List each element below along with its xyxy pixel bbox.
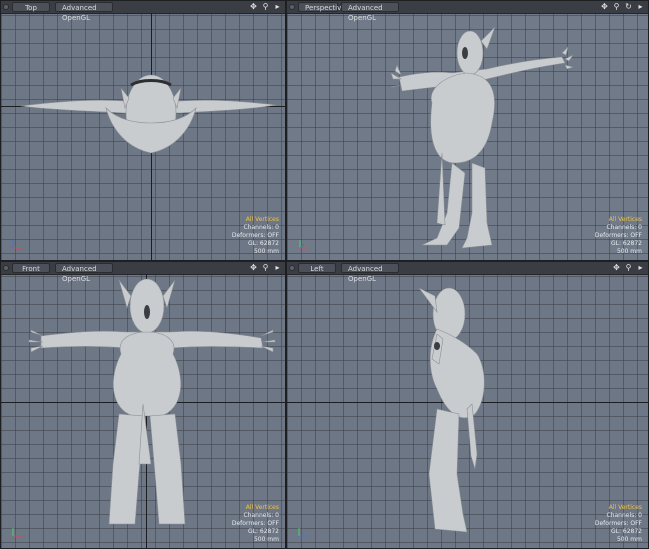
gl-count-label: GL: 62872 xyxy=(247,528,279,535)
viewport-front[interactable]: Front Advanced OpenGL ✥ ⚲ ▸ All Vertices… xyxy=(0,261,286,549)
viewport-stats: All Vertices Channels: 0 Deformers: OFF … xyxy=(232,216,279,256)
channels-label: Channels: 0 xyxy=(243,512,279,519)
channels-label: Channels: 0 xyxy=(243,224,279,231)
shading-mode-button[interactable]: Advanced OpenGL xyxy=(55,2,113,22)
move-icon[interactable]: ✥ xyxy=(612,263,621,273)
zoom-icon[interactable]: ⚲ xyxy=(624,263,633,273)
grid-scale-label: 500 mm xyxy=(253,536,279,543)
menu-arrow-icon[interactable]: ▸ xyxy=(273,263,282,273)
viewport-options-icon[interactable] xyxy=(289,4,295,10)
axis-gizmo-icon xyxy=(299,240,307,249)
grid-scale-label: 500 mm xyxy=(616,536,642,543)
gl-count-label: GL: 62872 xyxy=(610,528,642,535)
zoom-icon[interactable]: ⚲ xyxy=(261,263,270,273)
axis-gizmo-icon xyxy=(12,240,21,249)
grid-scale-label: 500 mm xyxy=(616,248,642,255)
deformers-label: Deformers: OFF xyxy=(594,232,642,239)
deformers-label: Deformers: OFF xyxy=(594,520,642,527)
view-type-button[interactable]: Front xyxy=(12,263,50,273)
view-type-button[interactable]: Left xyxy=(298,263,336,273)
move-icon[interactable]: ✥ xyxy=(249,263,258,273)
viewport-stats: All Vertices Channels: 0 Deformers: OFF … xyxy=(595,216,642,256)
deformers-label: Deformers: OFF xyxy=(231,520,279,527)
menu-arrow-icon[interactable]: ▸ xyxy=(273,2,282,12)
viewport-left[interactable]: Left Advanced OpenGL ✥ ⚲ ▸ All Vertices … xyxy=(286,261,649,549)
gl-count-label: GL: 62872 xyxy=(247,240,279,247)
grid-scale-label: 500 mm xyxy=(253,248,279,255)
move-icon[interactable]: ✥ xyxy=(600,2,609,12)
selection-mode-label: All Vertices xyxy=(245,504,279,511)
rotate-icon[interactable]: ↻ xyxy=(624,2,633,12)
viewport-layout: Top Advanced OpenGL ✥ ⚲ ▸ All Vertices C… xyxy=(0,0,649,549)
viewport-top[interactable]: Top Advanced OpenGL ✥ ⚲ ▸ All Vertices C… xyxy=(0,0,286,261)
menu-arrow-icon[interactable]: ▸ xyxy=(636,263,645,273)
channels-label: Channels: 0 xyxy=(606,512,642,519)
zoom-icon[interactable]: ⚲ xyxy=(612,2,621,12)
selection-mode-label: All Vertices xyxy=(608,216,642,223)
zoom-icon[interactable]: ⚲ xyxy=(261,2,270,12)
viewport-options-icon[interactable] xyxy=(3,4,9,10)
channels-label: Channels: 0 xyxy=(606,224,642,231)
selection-mode-label: All Vertices xyxy=(245,216,279,223)
viewport-stats: All Vertices Channels: 0 Deformers: OFF … xyxy=(232,504,279,544)
viewport-stats: All Vertices Channels: 0 Deformers: OFF … xyxy=(595,504,642,544)
menu-arrow-icon[interactable]: ▸ xyxy=(636,2,645,12)
viewport-options-icon[interactable] xyxy=(289,265,295,271)
axis-gizmo-icon xyxy=(298,528,307,537)
viewport-options-icon[interactable] xyxy=(3,265,9,271)
view-type-button[interactable]: Perspective xyxy=(298,2,346,12)
selection-mode-label: All Vertices xyxy=(608,504,642,511)
shading-mode-button[interactable]: Advanced OpenGL xyxy=(55,263,113,283)
shading-mode-button[interactable]: Advanced OpenGL xyxy=(341,2,399,22)
gl-count-label: GL: 62872 xyxy=(610,240,642,247)
viewport-perspective[interactable]: Perspective Advanced OpenGL ✥ ⚲ ↻ ▸ All … xyxy=(286,0,649,261)
deformers-label: Deformers: OFF xyxy=(231,232,279,239)
axis-gizmo-icon xyxy=(12,528,21,537)
move-icon[interactable]: ✥ xyxy=(249,2,258,12)
view-type-button[interactable]: Top xyxy=(12,2,50,12)
shading-mode-button[interactable]: Advanced OpenGL xyxy=(341,263,399,283)
